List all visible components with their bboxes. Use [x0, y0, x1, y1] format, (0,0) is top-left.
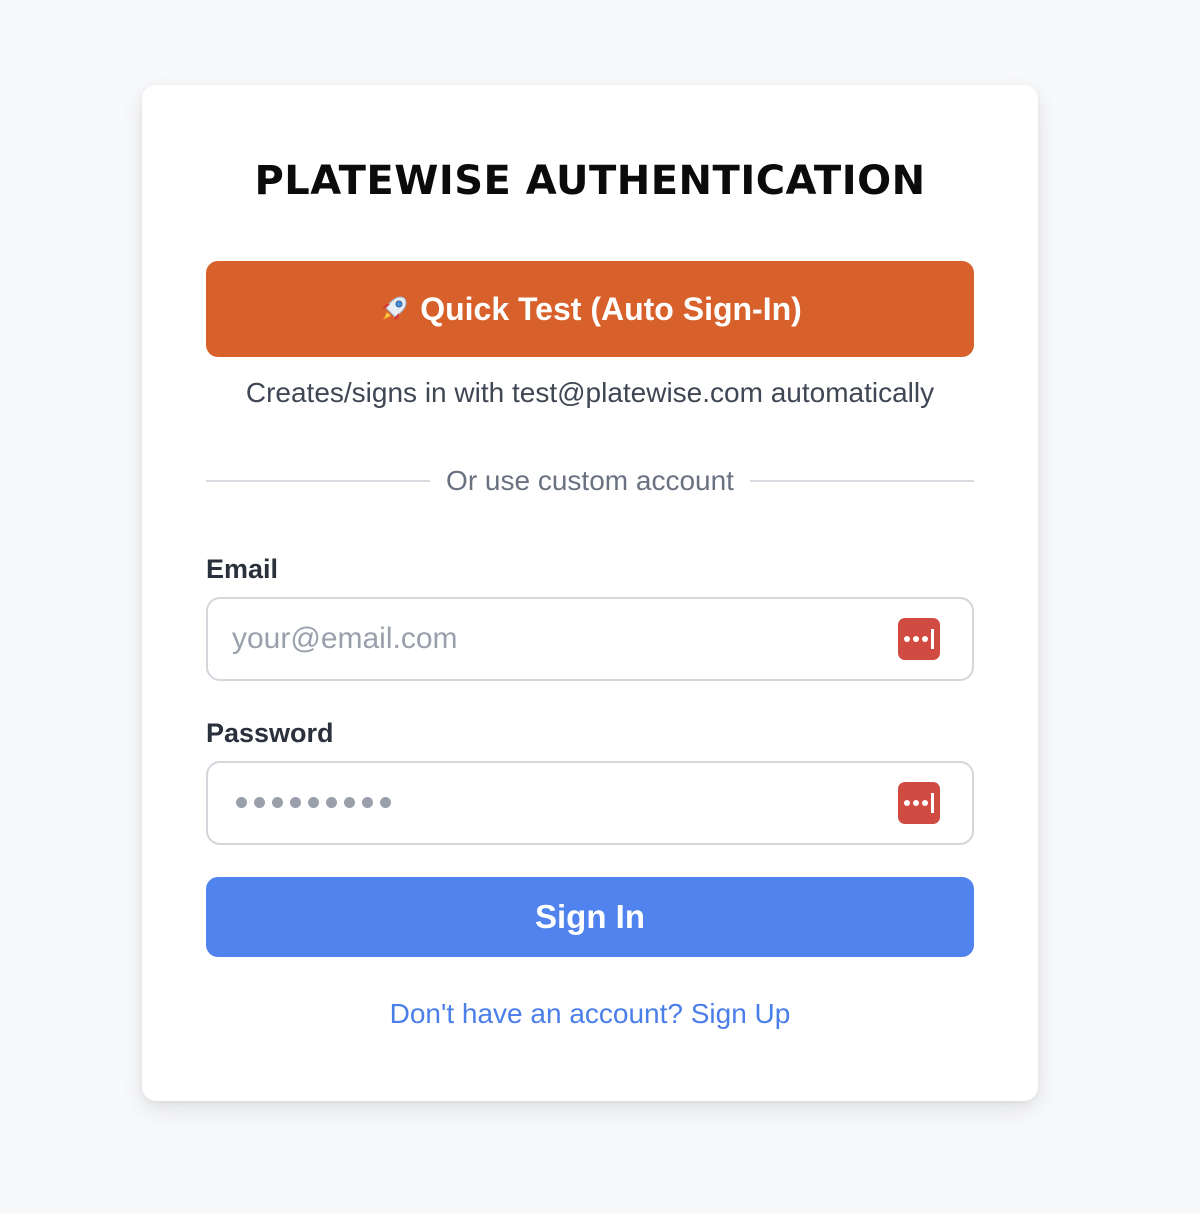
- quick-test-helper-text: Creates/signs in with test@platewise.com…: [245, 377, 935, 408]
- quick-test-label: Quick Test (Auto Sign-In): [420, 290, 802, 327]
- email-field-wrapper: [206, 597, 974, 681]
- password-field-wrapper: [206, 761, 974, 845]
- password-field[interactable]: [232, 763, 872, 843]
- password-manager-icon[interactable]: [898, 618, 940, 660]
- divider-text: Or use custom account: [446, 465, 734, 496]
- divider-line-right: [749, 480, 974, 482]
- page-title: PLATEWISE AUTHENTICATION: [254, 158, 926, 204]
- email-label: Email: [206, 554, 279, 584]
- sign-up-link[interactable]: Don't have an account? Sign Up: [142, 997, 1038, 1031]
- divider-line-left: [206, 480, 431, 482]
- password-label: Password: [206, 718, 334, 748]
- auth-card: PLATEWISE AUTHENTICATION Quick Test (Aut…: [142, 85, 1038, 1101]
- divider: Or use custom account: [206, 463, 974, 499]
- quick-test-button[interactable]: Quick Test (Auto Sign-In): [206, 261, 974, 357]
- rocket-icon: [382, 296, 407, 321]
- sign-in-button[interactable]: Sign In: [206, 877, 974, 957]
- email-field[interactable]: [232, 599, 872, 679]
- password-manager-icon[interactable]: [898, 782, 940, 824]
